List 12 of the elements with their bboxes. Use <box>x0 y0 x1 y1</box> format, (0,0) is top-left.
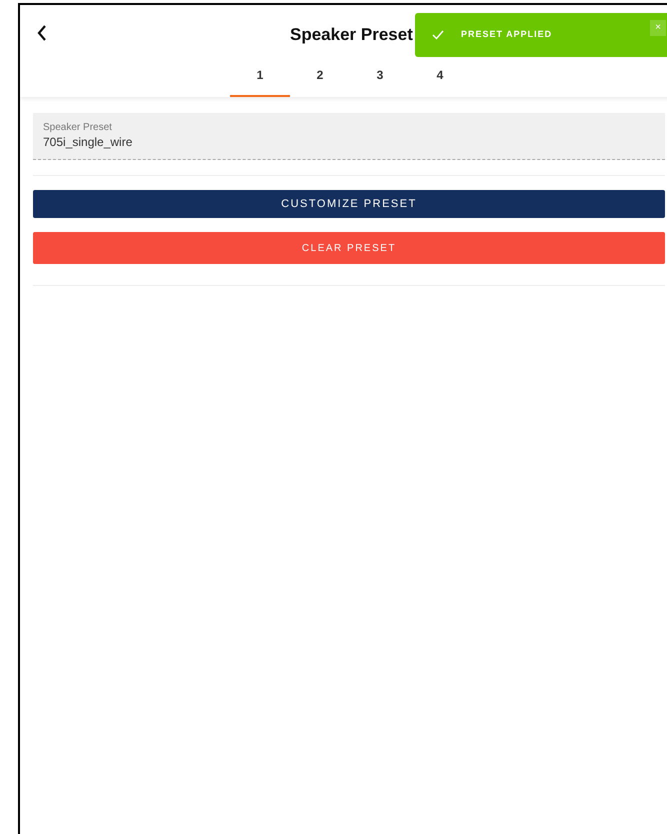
tab[interactable]: 1 <box>230 61 290 97</box>
tab[interactable]: 3 <box>350 61 410 97</box>
back-icon <box>37 25 47 41</box>
check-icon <box>432 30 444 40</box>
field-label: Speaker Preset <box>43 121 113 134</box>
page-title: Speaker Preset <box>290 24 413 46</box>
preset-field[interactable]: Speaker Preset 705i_single_wire <box>33 113 665 160</box>
toast-message: PRESET APPLIED <box>461 28 552 42</box>
customize-button[interactable]: CUSTOMIZE PRESET <box>33 190 665 218</box>
tab[interactable]: 2 <box>290 61 350 97</box>
field-value: 705i_single_wire <box>43 134 134 150</box>
tab[interactable]: 4 <box>410 61 470 97</box>
